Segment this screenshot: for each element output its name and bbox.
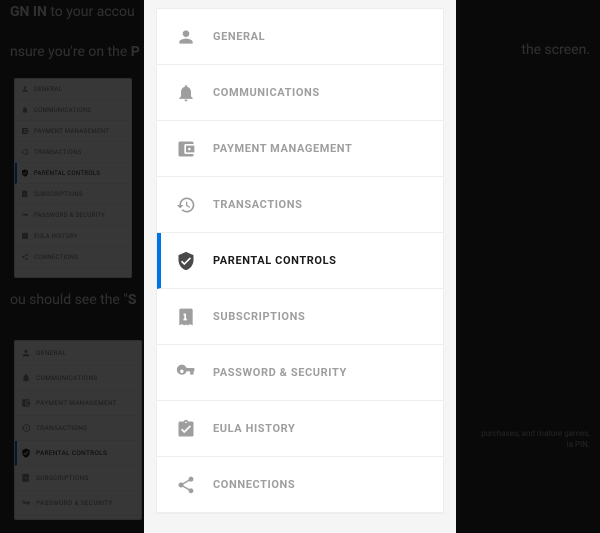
menu-item-label: COMMUNICATIONS	[213, 86, 320, 99]
menu-item-payment-management[interactable]: PAYMENT MANAGEMENT	[157, 121, 443, 177]
wallet-icon	[175, 138, 197, 160]
menu-item-label: EULA HISTORY	[213, 422, 295, 435]
shield-check-icon	[175, 250, 197, 272]
menu-item-label: SUBSCRIPTIONS	[213, 310, 305, 323]
menu-item-eula-history[interactable]: EULA HISTORY	[157, 401, 443, 457]
bell-icon	[175, 82, 197, 104]
menu-item-label: GENERAL	[213, 30, 265, 43]
menu-item-connections[interactable]: CONNECTIONS	[157, 457, 443, 513]
person-icon	[175, 26, 197, 48]
menu-item-label: PAYMENT MANAGEMENT	[213, 142, 352, 155]
menu-item-general[interactable]: GENERAL	[157, 9, 443, 65]
clipboard-icon	[175, 418, 197, 440]
menu-item-label: CONNECTIONS	[213, 478, 295, 491]
menu-item-label: PARENTAL CONTROLS	[213, 254, 337, 267]
menu-item-parental-controls[interactable]: PARENTAL CONTROLS	[157, 233, 443, 289]
menu-item-password-security[interactable]: PASSWORD & SECURITY	[157, 345, 443, 401]
menu-item-label: PASSWORD & SECURITY	[213, 366, 347, 379]
menu-item-label: TRANSACTIONS	[213, 198, 302, 211]
account-settings-menu: GENERAL COMMUNICATIONS PAYMENT MANAGEMEN…	[156, 8, 444, 514]
key-icon	[175, 362, 197, 384]
account-settings-sidebar-panel: GENERAL COMMUNICATIONS PAYMENT MANAGEMEN…	[144, 0, 456, 533]
receipt-icon	[175, 306, 197, 328]
menu-item-communications[interactable]: COMMUNICATIONS	[157, 65, 443, 121]
menu-item-subscriptions[interactable]: SUBSCRIPTIONS	[157, 289, 443, 345]
menu-item-transactions[interactable]: TRANSACTIONS	[157, 177, 443, 233]
share-icon	[175, 474, 197, 496]
history-icon	[175, 194, 197, 216]
